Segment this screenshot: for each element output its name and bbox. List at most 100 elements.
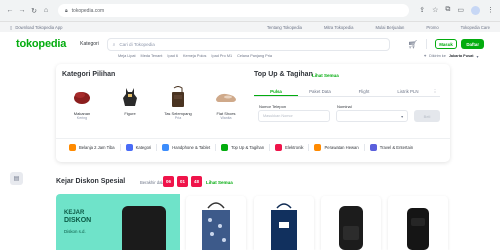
top-up-icon bbox=[221, 144, 229, 151]
strip-link-tentang[interactable]: Tentang Tokopedia bbox=[267, 25, 302, 30]
nominal-label: Nominal bbox=[337, 104, 352, 109]
nominal-select[interactable]: ▾ bbox=[336, 110, 408, 122]
popular-link[interactable]: Ipad 6 bbox=[167, 54, 178, 58]
phone-placeholder: Masukkan Nomor bbox=[263, 114, 293, 118]
site-header: tokopedia Kategori ⌕ Cari di Tokopedia 🛒… bbox=[0, 32, 500, 56]
url-text: tokopedia.com bbox=[71, 7, 105, 14]
product-card[interactable] bbox=[186, 196, 246, 250]
delivery-location[interactable]: ⌖ Dikirim ke Jakarta Pusat ▾ bbox=[424, 54, 478, 59]
top-up-title: Top Up & Tagihan bbox=[254, 71, 313, 78]
bookmark-icon[interactable]: ☆ bbox=[432, 6, 438, 15]
share-icon[interactable]: ⇪ bbox=[419, 6, 425, 15]
category-shortcut[interactable]: Kategori bbox=[121, 144, 158, 151]
category-shortcuts: Belanja 2 Jam Tiba Kategori Handphone & … bbox=[64, 144, 418, 151]
profile-avatar[interactable] bbox=[471, 6, 480, 15]
sidebar-icon[interactable]: ▭ bbox=[457, 6, 464, 15]
kategori-image bbox=[119, 85, 141, 109]
category-label: Top Up & Tagihan bbox=[231, 145, 265, 150]
more-options-icon[interactable]: ⋮ bbox=[430, 87, 440, 96]
kategori-name: Figure bbox=[124, 111, 136, 116]
lock-icon: 🔒︎ bbox=[65, 7, 68, 14]
kategori-image bbox=[167, 85, 189, 109]
category-label: Perawatan Hewan bbox=[324, 145, 359, 150]
timer-minutes: 01 bbox=[177, 176, 188, 187]
beli-button[interactable]: Beli bbox=[414, 110, 440, 122]
kejar-diskon-lihat-semua-link[interactable]: Lihat Semua bbox=[206, 180, 233, 185]
location-pin-icon: ⌖ bbox=[424, 54, 427, 58]
popular-link[interactable]: Meja Lipat bbox=[118, 54, 136, 58]
forward-icon[interactable]: → bbox=[18, 7, 26, 14]
kejar-diskon-banner[interactable]: KEJAR DISKON Diskon s.d. bbox=[56, 194, 180, 250]
backpack-image bbox=[339, 206, 363, 250]
product-card[interactable] bbox=[254, 196, 314, 250]
category-shortcut[interactable]: Top Up & Tagihan bbox=[216, 144, 271, 151]
popular-link[interactable]: Kemeja Polos bbox=[183, 54, 206, 58]
popular-link[interactable]: Ipad Pro M1 bbox=[211, 54, 232, 58]
back-icon[interactable]: ← bbox=[6, 7, 14, 14]
kategori-sub: Kering bbox=[76, 116, 88, 120]
chevron-down-icon: ▾ bbox=[476, 55, 479, 59]
category-label: Belanja 2 Jam Tiba bbox=[79, 145, 115, 150]
kategori-item[interactable]: Figure bbox=[110, 85, 150, 116]
phone-input[interactable]: Masukkan Nomor bbox=[258, 110, 330, 122]
strip-link-mitra[interactable]: Mitra Tokopedia bbox=[324, 25, 353, 30]
headphones-icon bbox=[275, 144, 283, 151]
product-card[interactable] bbox=[388, 196, 448, 250]
backpack-image bbox=[122, 206, 166, 250]
strip-link-care[interactable]: Tokopedia Care bbox=[461, 25, 490, 30]
tab-listrik-pln[interactable]: Listrik PLN bbox=[386, 87, 430, 96]
phone-icon bbox=[162, 144, 170, 151]
category-shortcut[interactable]: Handphone & Tablet bbox=[157, 144, 217, 151]
extensions-icon[interactable]: ⧉ bbox=[445, 6, 450, 15]
kategori-sub: Wanita bbox=[220, 116, 232, 120]
home-card: Kategori Pilihan Makanan Kering Figure T… bbox=[56, 64, 450, 162]
promo-line-1: KEJAR bbox=[64, 210, 85, 216]
masuk-button[interactable]: Masuk bbox=[434, 39, 458, 49]
location-prefix: Dikirim ke bbox=[429, 54, 446, 58]
kategori-image bbox=[71, 85, 93, 109]
delivery-icon bbox=[69, 144, 76, 151]
tab-flight[interactable]: Flight bbox=[342, 87, 386, 96]
kategori-pilihan-title: Kategori Pilihan bbox=[62, 71, 116, 78]
home-icon[interactable]: ⌂ bbox=[42, 7, 50, 14]
popular-link[interactable]: Meda Tenant bbox=[141, 54, 163, 58]
download-app-link[interactable]: Download Tokopedia App bbox=[15, 25, 62, 30]
kategori-item[interactable]: Tas Selempang Pria bbox=[158, 85, 198, 120]
tokopedia-logo[interactable]: tokopedia bbox=[16, 38, 66, 50]
strip-link-promo[interactable]: Promo bbox=[426, 25, 438, 30]
category-shortcut[interactable]: Belanja 2 Jam Tiba bbox=[64, 144, 121, 151]
timer-seconds: 48 bbox=[191, 176, 202, 187]
menu-icon[interactable]: ⋮ bbox=[487, 6, 494, 15]
category-shortcut[interactable]: Perawatan Hewan bbox=[309, 144, 365, 151]
product-card[interactable] bbox=[321, 196, 381, 250]
daftar-button[interactable]: Daftar bbox=[461, 39, 484, 49]
address-bar[interactable]: 🔒︎ tokopedia.com bbox=[58, 4, 410, 17]
top-up-lihat-semua-link[interactable]: Lihat Semua bbox=[312, 73, 339, 78]
top-info-strip: ▯ Download Tokopedia App Tentang Tokoped… bbox=[0, 22, 500, 32]
location-value: Jakarta Pusat bbox=[448, 54, 474, 58]
category-label: Elektronik bbox=[285, 145, 304, 150]
promo-line-2: DISKON bbox=[64, 217, 92, 224]
kategori-item[interactable]: Flat Shoes Wanita bbox=[206, 85, 246, 120]
kategori-menu[interactable]: Kategori bbox=[80, 41, 99, 47]
chat-icon[interactable]: ▤ bbox=[10, 172, 23, 185]
top-up-tabs: Pulsa Paket Data Flight Listrik PLN ⋮ bbox=[254, 87, 440, 97]
popular-link[interactable]: Celana Panjang Pria bbox=[237, 54, 272, 58]
kategori-item[interactable]: Makanan Kering bbox=[62, 85, 102, 120]
plane-icon bbox=[369, 144, 377, 151]
search-icon: ⌕ bbox=[112, 41, 116, 47]
reload-icon[interactable]: ↻ bbox=[30, 7, 38, 15]
tab-paket-data[interactable]: Paket Data bbox=[298, 87, 342, 96]
category-shortcut[interactable]: Travel & Entertain bbox=[365, 144, 418, 151]
category-label: Kategori bbox=[135, 145, 152, 150]
pet-icon bbox=[314, 144, 322, 151]
strip-link-mulai-berjualan[interactable]: Mulai Berjualan bbox=[375, 25, 404, 30]
cart-icon[interactable]: 🛒︎ bbox=[408, 40, 418, 49]
category-shortcut[interactable]: Elektronik bbox=[270, 144, 310, 151]
search-input[interactable]: ⌕ Cari di Tokopedia bbox=[106, 37, 390, 51]
popular-search-links: Meja Lipat Meda Tenant Ipad 6 Kemeja Pol… bbox=[118, 54, 272, 58]
category-label: Handphone & Tablet bbox=[172, 145, 211, 150]
tab-pulsa[interactable]: Pulsa bbox=[254, 87, 298, 96]
kejar-diskon-title: Kejar Diskon Spesial bbox=[56, 178, 126, 185]
card-divider bbox=[56, 138, 450, 139]
